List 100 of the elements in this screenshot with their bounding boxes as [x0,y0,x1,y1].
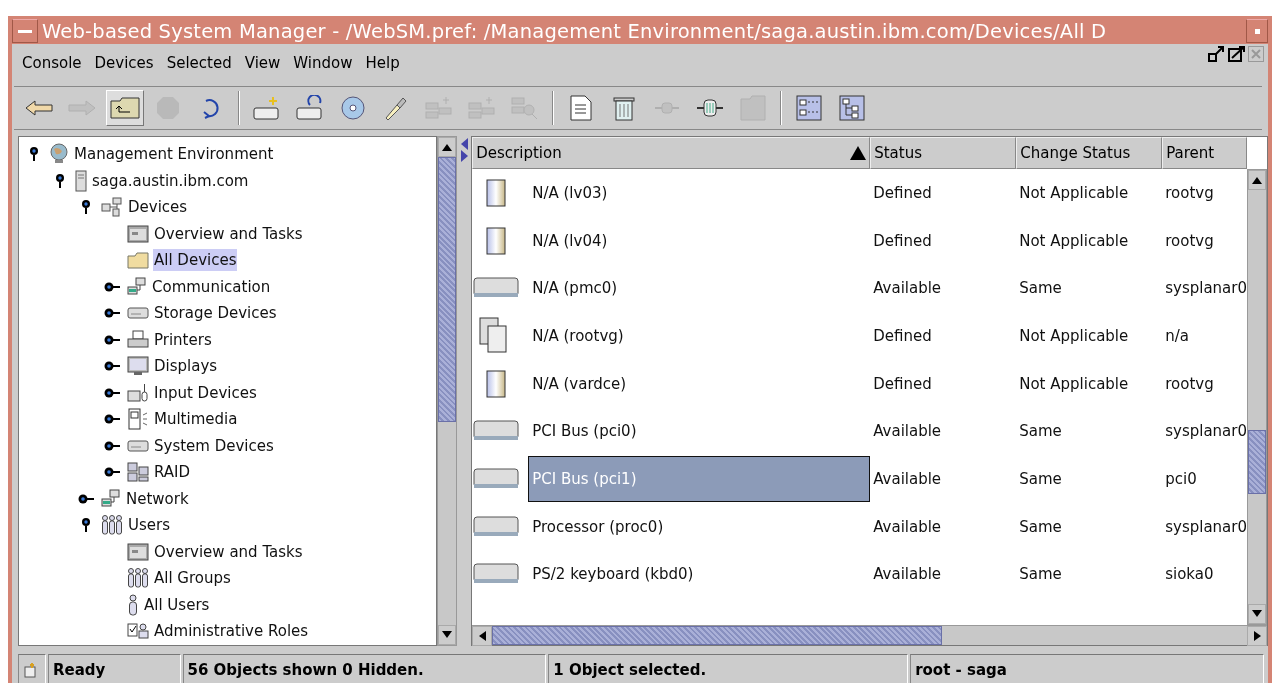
tree-item[interactable]: System Devices [153,434,275,457]
minimize-button[interactable] [1246,19,1268,43]
table-cell-text: Available [872,279,943,298]
expand-icon[interactable] [103,280,121,293]
expand-icon[interactable] [103,439,121,452]
collapse-right-icon[interactable] [460,150,468,162]
scroll-down-icon[interactable] [442,631,453,638]
horizontal-scrollbar[interactable] [472,624,1267,645]
tree-item[interactable]: Network [125,487,190,510]
table-cell[interactable]: N/A (lv04) [528,217,871,264]
scroll-right-icon[interactable] [1253,630,1261,641]
volume-icon [486,178,507,207]
tree-item[interactable]: All Devices [153,249,238,272]
scrollbar-thumb[interactable] [438,157,457,422]
table-cell-text: Available [872,517,943,536]
table-cell-text: Same [1018,469,1063,488]
table-cell[interactable]: PCI Bus (pci0) [528,408,871,455]
expand-icon[interactable] [77,492,95,505]
tree-item[interactable]: Management Environment [73,143,275,166]
tree-item[interactable]: Administrative Roles [153,620,310,643]
toolbar-button[interactable] [106,90,144,126]
collapse-icon[interactable] [28,146,40,163]
collapse-icon[interactable] [80,517,92,534]
table-cell-text: n/a [1164,326,1190,345]
table-cell-text: Not Applicable [1018,231,1130,250]
collapse-icon[interactable] [54,172,66,189]
tree-item[interactable]: Devices [127,196,189,219]
menu-item[interactable]: Console [18,54,91,72]
menu-item[interactable]: View [240,54,290,72]
window-menu-button[interactable] [12,19,38,43]
scrollbar-thumb[interactable] [1248,430,1266,494]
expand-icon[interactable] [103,413,121,426]
details-view-icon [796,95,822,121]
expand-icon[interactable] [103,307,121,320]
find-host-icon [511,95,539,121]
overview-icon [127,542,149,561]
tree-item[interactable]: Multimedia [153,408,239,431]
table-cell[interactable]: PS/2 keyboard (kbd0) [528,551,871,598]
scroll-up-icon[interactable] [1252,176,1262,184]
menu-item[interactable]: Window [289,54,362,72]
scroll-left-icon[interactable] [478,630,486,641]
scroll-down-icon[interactable] [1252,610,1262,617]
restore-icon[interactable] [1208,46,1226,62]
menu-item[interactable]: Selected [162,54,241,72]
volume-icon [486,369,507,398]
table-cell[interactable]: Processor (proc0) [528,503,871,550]
maximize-icon[interactable] [1228,46,1246,62]
table-cell[interactable]: N/A (lv03) [528,169,871,216]
tree-item[interactable]: Printers [153,328,213,351]
column-header[interactable]: Description [472,137,871,169]
expand-icon[interactable] [103,360,121,373]
vertical-scrollbar[interactable] [437,136,458,646]
printer-icon [127,329,149,350]
adapter-card-icon [472,466,521,491]
tree-item[interactable]: Input Devices [153,381,258,404]
folder-icon [740,95,766,121]
disc-icon [340,95,366,121]
forward-arrow-icon [68,100,96,116]
column-header[interactable]: Parent [1162,137,1247,169]
tree-item[interactable]: saga.austin.ibm.com [91,169,250,192]
tree-item[interactable]: Communication [151,275,272,298]
tree-item[interactable]: All Users [143,593,211,616]
keyboard-mouse-icon [127,382,149,403]
table-cell[interactable]: N/A (vardce) [528,360,871,407]
expand-icon[interactable] [103,386,121,399]
collapse-left-icon[interactable] [460,138,468,150]
menu-item[interactable]: Help [361,54,409,72]
table-cell[interactable]: N/A (pmc0) [528,265,871,312]
tree-item[interactable]: Storage Devices [153,302,278,325]
status-icon [23,661,39,678]
tree-item[interactable]: All Groups [153,567,232,590]
table-cell-text: Same [1018,279,1063,298]
tree-item[interactable]: Overview and Tasks [153,222,304,245]
status-text: 56 Objects shown 0 Hidden. [182,653,547,683]
table-cell-text: Available [872,422,943,441]
table-cell-text: rootvg [1164,231,1215,250]
tree-item[interactable]: RAID [153,461,192,484]
column-header[interactable]: Change Status [1016,137,1163,169]
menu-item[interactable]: Devices [90,54,163,72]
table-cell-text: sysplanar0 [1164,279,1247,298]
vertical-scrollbar[interactable] [1247,169,1267,625]
table-cell-text: Defined [872,374,933,393]
flashlight-icon [383,95,409,121]
scroll-up-icon[interactable] [442,143,453,151]
table-cell[interactable]: N/A (rootvg) [528,312,871,359]
scrollbar-thumb[interactable] [492,625,943,645]
window-title: Web-based System Manager - /WebSM.pref: /Management Environment/saga.austin.ibm.com/Devices/All D [42,19,1108,43]
table-cell-text: rootvg [1164,183,1215,202]
tree-item[interactable]: Overview and Tasks [153,540,304,563]
tree-item[interactable]: Users [127,514,171,537]
server-icon [75,169,87,192]
column-header[interactable]: Status [870,137,1017,169]
tree-item[interactable]: Displays [153,355,219,378]
minimize-icon [1254,28,1260,34]
expand-icon[interactable] [103,466,121,479]
collapse-icon[interactable] [80,199,92,216]
network-icon [127,276,147,297]
trash-can-icon [613,95,635,121]
properties-icon [570,95,592,121]
expand-icon[interactable] [103,333,121,346]
